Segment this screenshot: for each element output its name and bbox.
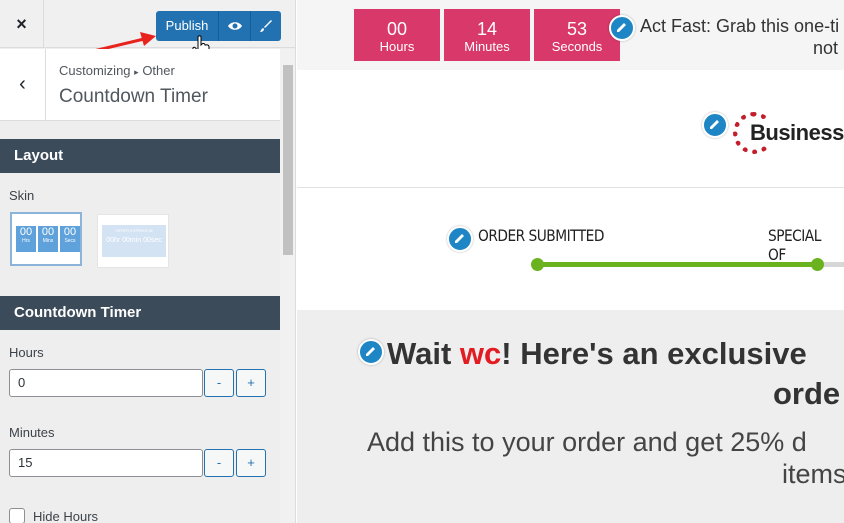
customizer-header: × Publish: [0, 0, 295, 48]
step-order-submitted: ORDER SUBMITTED: [478, 226, 604, 245]
preview-button[interactable]: [218, 11, 250, 41]
customer-name: wc: [459, 336, 502, 371]
eye-icon: [227, 22, 242, 30]
skin-option-strip[interactable]: OFFER EXPIRES IN 00hr 00min 00sec: [97, 214, 169, 268]
progress-dot: [811, 258, 824, 271]
offer-headline-line2: orde: [773, 376, 841, 411]
skin-option-boxes[interactable]: 00 Hrs 00 Mins 00 Secs: [10, 212, 82, 266]
logo-text: Business: [750, 120, 844, 145]
hours-increment-button[interactable]: +: [236, 369, 266, 397]
act-fast-text-line2: not: [813, 38, 839, 58]
edit-pencil-icon[interactable]: [702, 112, 728, 138]
brush-icon: [260, 19, 272, 32]
countdown-bar: 00 Hours 14 Minutes 53 Seconds Act Fast:…: [297, 0, 844, 70]
progress-dot: [531, 258, 544, 271]
edit-pencil-icon[interactable]: [447, 226, 473, 252]
act-fast-text: Act Fast: Grab this one-ti: [640, 16, 840, 36]
chevron-left-icon: ‹: [19, 73, 26, 95]
divider: [297, 187, 844, 188]
minutes-input[interactable]: 15: [9, 449, 203, 477]
site-preview: 00 Hours 14 Minutes 53 Seconds Act Fast:…: [297, 0, 844, 523]
edit-pencil-icon[interactable]: [609, 15, 635, 41]
hide-hours-checkbox[interactable]: [9, 508, 25, 523]
step-special-offer: SPECIAL OF: [768, 226, 821, 264]
timer-minutes: 14 Minutes: [444, 9, 530, 61]
hide-hours-label: Hide Hours: [33, 509, 99, 523]
hours-decrement-button[interactable]: -: [204, 369, 234, 397]
offer-subtext-line2: items: [782, 459, 844, 489]
layout-group-title: Layout: [0, 139, 280, 173]
breadcrumb: Customizing ▸ Other: [59, 63, 175, 78]
page-title: Countdown Timer: [59, 86, 208, 107]
timer-seconds: 53 Seconds: [534, 9, 620, 61]
timer-hours: 00 Hours: [354, 9, 440, 61]
offer-headline: Wait wc! Here's an exclusive: [387, 336, 807, 371]
countdown-group-title: Countdown Timer: [0, 296, 280, 330]
offer-subtext: Add this to your order and get 25% d: [367, 427, 807, 457]
progress-bar: [537, 262, 819, 267]
hours-label: Hours: [9, 345, 44, 360]
customize-button[interactable]: [250, 11, 281, 41]
minutes-label: Minutes: [9, 425, 55, 440]
section-header: ‹ Customizing ▸ Other Countdown Timer: [0, 49, 280, 121]
minutes-decrement-button[interactable]: -: [204, 449, 234, 477]
skin-label: Skin: [9, 188, 35, 203]
back-button[interactable]: ‹: [0, 49, 46, 121]
minutes-increment-button[interactable]: +: [236, 449, 266, 477]
edit-pencil-icon[interactable]: [358, 339, 384, 365]
close-icon[interactable]: ×: [0, 0, 44, 48]
sidebar-scrollbar[interactable]: [280, 49, 295, 523]
hours-input[interactable]: 0: [9, 369, 203, 397]
scrollbar-thumb[interactable]: [283, 65, 293, 255]
customizer-sidebar: × Publish ‹ Customizing ▸ Other Countdow…: [0, 0, 296, 523]
